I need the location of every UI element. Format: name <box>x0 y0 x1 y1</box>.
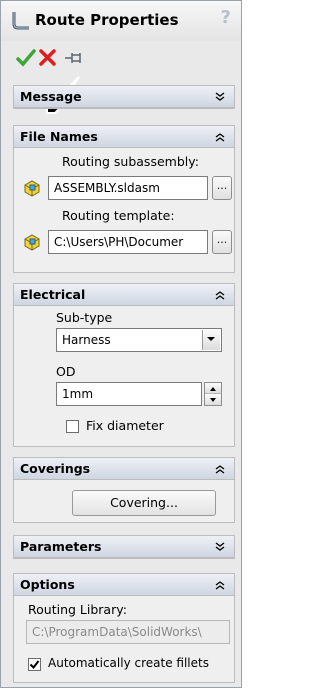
group-parameters-header[interactable]: Parameters <box>14 536 234 558</box>
assembly-icon <box>24 180 40 197</box>
group-message-header[interactable]: Message <box>14 86 234 108</box>
group-file-names-header[interactable]: File Names <box>14 126 234 148</box>
template-browse-button[interactable]: ... <box>212 230 232 254</box>
triangle-up-icon <box>210 387 216 391</box>
chevron-down-icon[interactable] <box>214 541 226 553</box>
group-options: Options Routing Library: C:\ProgramData\… <box>13 573 235 683</box>
action-toolbar <box>15 47 165 69</box>
group-title: Electrical <box>20 287 86 302</box>
chevron-up-icon[interactable] <box>214 579 226 591</box>
group-electrical: Electrical Sub-type Harness OD 1mm Fix d… <box>13 283 235 447</box>
od-input[interactable]: 1mm <box>56 382 202 406</box>
group-coverings-header[interactable]: Coverings <box>14 458 234 480</box>
chevron-up-icon[interactable] <box>214 289 226 301</box>
subtype-value: Harness <box>62 333 111 347</box>
chevron-down-icon[interactable] <box>214 91 226 103</box>
ok-check-button[interactable] <box>15 47 37 69</box>
template-input[interactable]: C:\Users\PH\Documer <box>48 230 208 254</box>
help-icon[interactable]: ? <box>221 7 231 28</box>
pushpin-button[interactable] <box>63 47 85 69</box>
subtype-label: Sub-type <box>56 310 113 325</box>
group-message: Message <box>13 85 235 109</box>
cancel-x-button[interactable] <box>37 47 59 69</box>
triangle-down-icon <box>210 398 216 402</box>
group-title: Parameters <box>20 539 102 554</box>
group-title: Message <box>20 89 82 104</box>
route-icon <box>12 12 29 30</box>
group-title: File Names <box>20 129 98 144</box>
group-electrical-header[interactable]: Electrical <box>14 284 234 306</box>
subassembly-label: Routing subassembly: <box>62 154 199 169</box>
property-manager-panel: Route Properties ? Message File Names Ro… <box>0 0 242 688</box>
subtype-select[interactable]: Harness <box>56 328 222 352</box>
group-title: Options <box>20 577 75 592</box>
chevron-up-icon[interactable] <box>214 131 226 143</box>
assembly-icon <box>24 234 40 251</box>
group-coverings: Coverings Covering... <box>13 457 235 523</box>
od-label: OD <box>56 364 76 379</box>
routing-library-input[interactable]: C:\ProgramData\SolidWorks\ <box>26 620 230 644</box>
property-manager-header: Route Properties ? <box>1 1 241 41</box>
group-title: Coverings <box>20 461 91 476</box>
od-spinner[interactable] <box>204 382 222 406</box>
fix-diameter-label: Fix diameter <box>86 418 164 433</box>
dropdown-arrow[interactable] <box>202 330 220 350</box>
group-parameters: Parameters <box>13 535 235 559</box>
chevron-down-icon <box>207 337 215 341</box>
subassembly-browse-button[interactable]: ... <box>212 176 232 200</box>
template-label: Routing template: <box>62 208 175 223</box>
group-options-header[interactable]: Options <box>14 574 234 596</box>
auto-fillets-checkbox[interactable] <box>28 658 41 671</box>
group-file-names: File Names Routing subassembly: ASSEMBLY… <box>13 125 235 273</box>
fix-diameter-checkbox[interactable] <box>66 420 79 433</box>
covering-button[interactable]: Covering... <box>72 490 216 516</box>
subassembly-input[interactable]: ASSEMBLY.sldasm <box>48 176 208 200</box>
routing-library-label: Routing Library: <box>28 602 127 617</box>
spin-down-button[interactable] <box>205 394 221 405</box>
checkmark-icon <box>29 660 40 670</box>
page-title: Route Properties <box>35 11 179 29</box>
chevron-up-icon[interactable] <box>214 463 226 475</box>
auto-fillets-label: Automatically create fillets <box>48 656 209 670</box>
spin-up-button[interactable] <box>205 383 221 394</box>
